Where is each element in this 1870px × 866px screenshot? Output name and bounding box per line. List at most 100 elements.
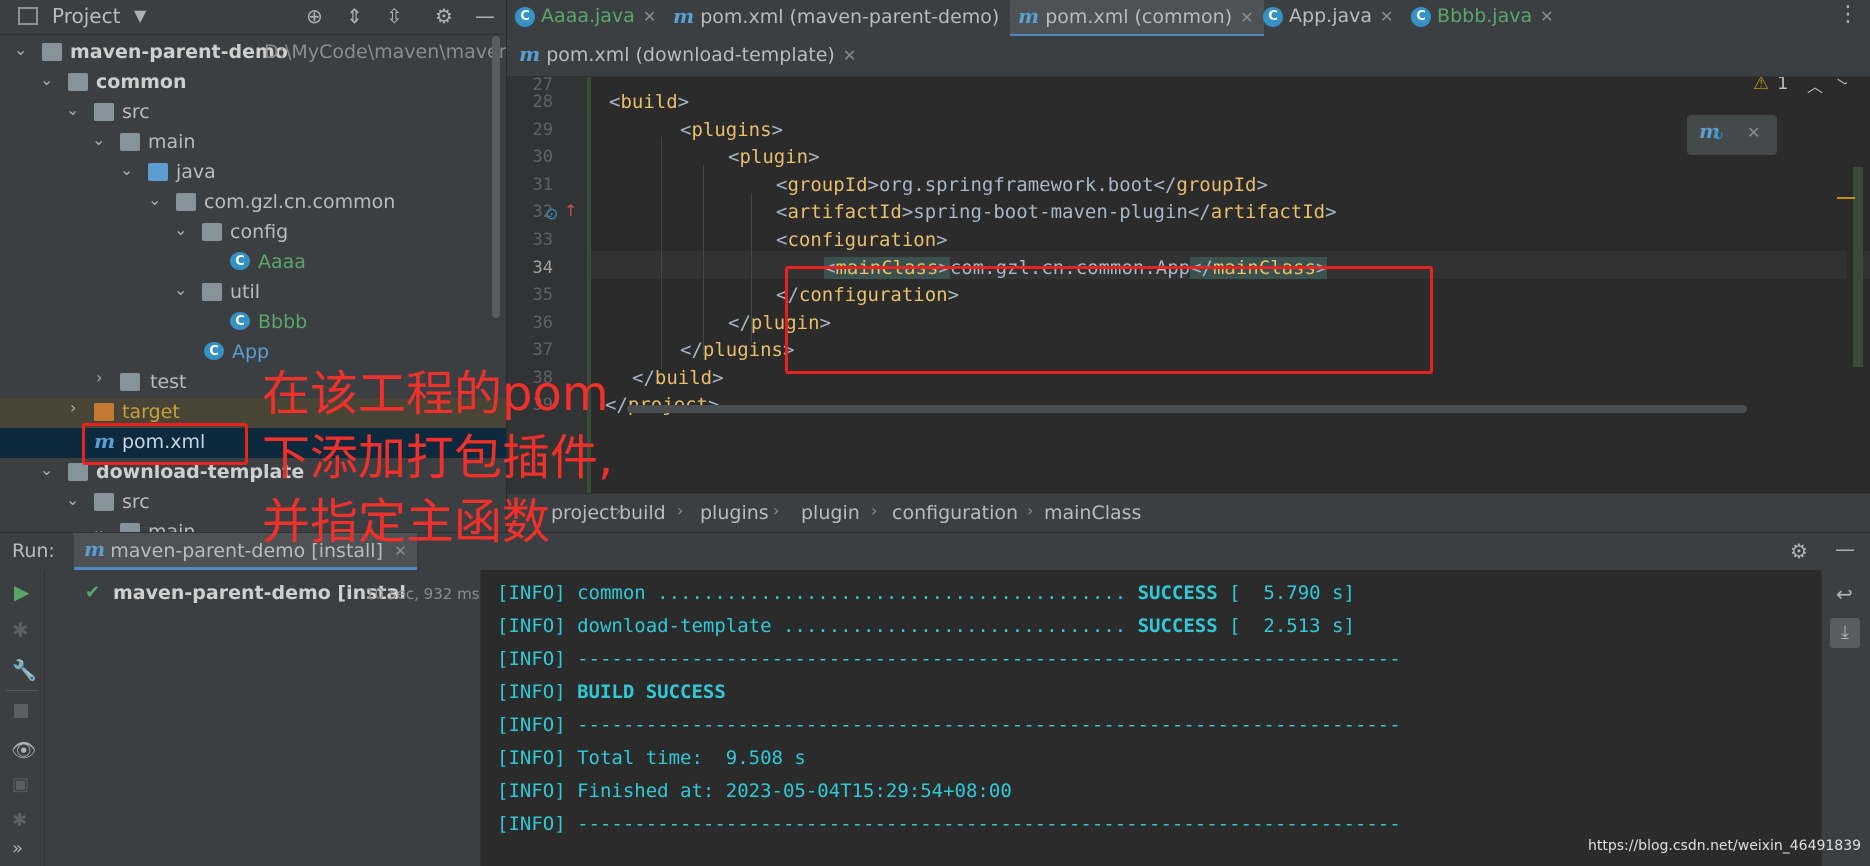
- warning-icon[interactable]: ⚠: [1753, 77, 1769, 94]
- breadcrumb-item[interactable]: mainClass: [1044, 502, 1141, 524]
- project-panel-title[interactable]: Project: [52, 4, 120, 28]
- chevron-down-icon[interactable]: ⌄: [174, 280, 187, 299]
- project-view-icon: [18, 7, 38, 25]
- line-number: 30: [532, 147, 553, 167]
- chevron-right-icon[interactable]: ›: [96, 368, 102, 387]
- tab-pom-parent[interactable]: m pom.xml (maven-parent-demo)✕: [673, 0, 1021, 34]
- editor-tab-bar-row2: m pom.xml (download-template) ✕: [507, 36, 1870, 77]
- console-line: [INFO] download-template ...............…: [497, 615, 1355, 637]
- chevron-right-icon[interactable]: ›: [70, 398, 76, 417]
- more-tabs-icon[interactable]: ⋮: [1837, 2, 1859, 27]
- maven-icon: m: [84, 537, 106, 561]
- breadcrumb-item[interactable]: configuration: [892, 502, 1018, 524]
- chevron-down-icon[interactable]: ⌄: [174, 220, 187, 239]
- locate-icon[interactable]: ⊕: [306, 4, 323, 28]
- xml-tag: configuration: [787, 229, 937, 251]
- override-gutter-icon[interactable]: ⊙: [545, 204, 558, 223]
- console-output[interactable]: [INFO] common ..........................…: [481, 570, 1821, 866]
- expand-all-icon[interactable]: ⇕: [346, 4, 363, 28]
- tree-item-label: common: [96, 71, 187, 93]
- tree-item-path: D:\MyCode\maven\maven-p: [264, 41, 506, 63]
- tree-item-aaaa[interactable]: C Aaaa: [0, 248, 506, 278]
- tree-item-common[interactable]: ⌄ common: [0, 68, 506, 98]
- minimize-icon[interactable]: —: [475, 4, 495, 28]
- close-icon[interactable]: ✕: [1747, 123, 1760, 142]
- tree-item-package[interactable]: ⌄ com.gzl.cn.common: [0, 188, 506, 218]
- tree-item-config[interactable]: ⌄ config: [0, 218, 506, 248]
- tab-app-java[interactable]: C App.java ✕: [1263, 0, 1393, 34]
- xml-text: org.springframework.boot: [878, 174, 1154, 196]
- chevron-down-icon[interactable]: ⌄: [120, 160, 133, 179]
- package-icon: [202, 283, 222, 301]
- tree-item-java[interactable]: ⌄ java: [0, 158, 506, 188]
- horizontal-scrollbar[interactable]: [627, 405, 1747, 413]
- soft-wrap-icon[interactable]: ↩: [1836, 582, 1853, 606]
- gear-icon[interactable]: ⚙: [1790, 539, 1808, 563]
- tab-aaaa-java[interactable]: C Aaaa.java ✕: [515, 0, 656, 34]
- run-tree-item[interactable]: ✔ maven-parent-demo [instal 10 sec, 932 …: [45, 580, 480, 610]
- chevron-down-icon[interactable]: ⌄: [148, 190, 161, 209]
- debug-icon[interactable]: ✱: [12, 618, 29, 642]
- tab-bbbb-java[interactable]: C Bbbb.java ✕: [1411, 0, 1554, 34]
- check-icon: ✔: [85, 582, 101, 603]
- close-icon[interactable]: ✕: [643, 7, 656, 26]
- scroll-to-end-icon[interactable]: ⤓: [1830, 618, 1860, 648]
- console-line-text: [INFO] common ..........................…: [497, 582, 1355, 604]
- chevron-down-icon[interactable]: ⌄: [66, 100, 79, 119]
- highlight-box-pom: [82, 423, 248, 465]
- code-line-38: </build>: [632, 367, 724, 389]
- camera-icon[interactable]: ▣: [12, 774, 29, 795]
- close-icon[interactable]: ✕: [843, 46, 856, 65]
- close-icon[interactable]: ✕: [1240, 8, 1253, 27]
- tree-item-bbbb[interactable]: C Bbbb: [0, 308, 506, 338]
- code-line-37: </plugins>: [680, 339, 795, 361]
- chevron-down-icon[interactable]: ⌄: [66, 490, 79, 509]
- close-icon[interactable]: ✕: [1540, 7, 1553, 26]
- expand-icon[interactable]: »: [12, 838, 23, 859]
- chevron-down-icon[interactable]: ▼: [134, 6, 146, 25]
- breadcrumb-item[interactable]: plugin: [801, 502, 860, 524]
- pin-icon[interactable]: ✱: [12, 810, 27, 831]
- chevron-up-icon[interactable]: ︿: [1807, 77, 1823, 97]
- chevron-down-icon[interactable]: ⌄: [40, 460, 53, 479]
- tab-pom-download-template[interactable]: m pom.xml (download-template) ✕: [519, 38, 856, 72]
- gear-icon[interactable]: ⚙: [435, 4, 453, 28]
- tree-item-util[interactable]: ⌄ util: [0, 278, 506, 308]
- chevron-down-icon[interactable]: ⌄: [92, 520, 105, 532]
- tree-item-maven-parent-demo[interactable]: ⌄ maven-parent-demo D:\MyCode\maven\mave…: [0, 38, 506, 68]
- wrench-icon[interactable]: 🔧: [12, 658, 37, 682]
- minimize-icon[interactable]: —: [1835, 537, 1855, 561]
- console-line: [INFO] ---------------------------------…: [497, 714, 1401, 736]
- rerun-icon[interactable]: ▶: [14, 580, 29, 604]
- folder-icon: [120, 373, 140, 391]
- breadcrumb-item[interactable]: project: [551, 502, 617, 524]
- console-line-text: [INFO] Total time: 9.508 s: [497, 747, 806, 769]
- java-class-icon: C: [1411, 6, 1431, 27]
- refresh-icon: ↻: [1713, 129, 1724, 144]
- arrow-up-gutter-icon[interactable]: ↑: [564, 201, 577, 220]
- collapse-all-icon[interactable]: ⇳: [386, 4, 403, 28]
- tree-item-main[interactable]: ⌄ main: [0, 128, 506, 158]
- chevron-down-icon[interactable]: ⌄: [14, 40, 27, 59]
- tab-pom-common[interactable]: m pom.xml (common) ✕: [1010, 0, 1264, 37]
- tree-item-label: Bbbb: [258, 311, 308, 333]
- chevron-down-icon[interactable]: ⌄: [92, 130, 105, 149]
- java-class-icon: C: [230, 312, 250, 330]
- close-icon[interactable]: ✕: [1380, 7, 1393, 26]
- breadcrumb-item[interactable]: plugins: [700, 502, 769, 524]
- xml-tag: groupId: [787, 174, 868, 196]
- warning-count[interactable]: 1: [1777, 77, 1788, 94]
- stop-icon[interactable]: [14, 704, 28, 718]
- line-number: 29: [532, 120, 553, 140]
- scrollbar[interactable]: [492, 36, 500, 318]
- tree-item-src[interactable]: ⌄ src: [0, 98, 506, 128]
- xml-tag: artifactId: [1210, 201, 1326, 223]
- folder-icon: [120, 133, 140, 151]
- code-line-28: <build>: [609, 91, 690, 113]
- eye-icon[interactable]: 👁: [11, 738, 36, 762]
- breadcrumb-item[interactable]: build: [619, 502, 666, 524]
- chevron-down-icon[interactable]: ⌄: [40, 70, 53, 89]
- line-number: 33: [532, 230, 553, 250]
- tree-item-label: Aaaa: [258, 251, 306, 273]
- tree-item-app[interactable]: C App: [0, 338, 506, 368]
